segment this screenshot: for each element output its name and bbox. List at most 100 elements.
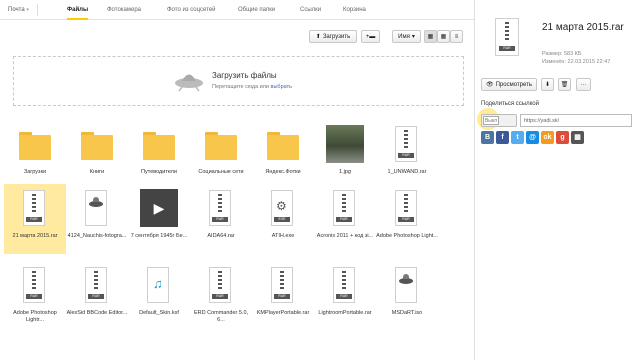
file-label: Яндекс.Фотки	[265, 169, 301, 175]
qr-share-icon[interactable]: ▦	[571, 131, 584, 144]
sort-label: Имя	[398, 33, 410, 40]
folder-icon	[267, 132, 299, 160]
file-label: 21 марта 2015.rar	[12, 233, 58, 239]
facebook-share-icon[interactable]: f	[496, 131, 509, 144]
video-thumbnail: ▶	[140, 189, 178, 227]
rar-file-icon: RAR	[209, 190, 231, 226]
choose-file-link[interactable]: выбрать	[271, 84, 292, 90]
rar-file-icon: RAR	[85, 267, 107, 303]
file-item[interactable]: RAR KMPlayerPortable.rar	[252, 261, 314, 331]
file-label: 1.jpg	[339, 169, 351, 175]
folder-icon	[143, 132, 175, 160]
file-item[interactable]: RAR Adobe Photoshop Light...	[376, 184, 438, 254]
file-item[interactable]: Путеводители	[128, 120, 190, 190]
upload-hint-text: Перетащите сюда или	[212, 84, 270, 90]
file-item[interactable]: RAR Adobe Photoshop Lightr...	[4, 261, 66, 331]
file-size: Размер: 583 КБ	[542, 51, 582, 57]
grid-small-icon: ▦	[440, 34, 447, 40]
file-type-tag: RAR	[499, 46, 515, 51]
list-icon: ≡	[454, 33, 459, 40]
view-small-icons-button[interactable]: ▦	[437, 30, 450, 43]
view-large-icons-button[interactable]: ▦	[424, 30, 437, 43]
file-label: Книги	[89, 169, 105, 175]
file-item[interactable]: 1.jpg	[314, 120, 376, 190]
ufo-file-icon	[395, 267, 417, 303]
file-label: MSDaRT.iso	[391, 310, 423, 316]
file-item[interactable]: MSDaRT.iso	[376, 261, 438, 331]
rar-file-icon: RAR	[209, 267, 231, 303]
selected-file-name: 21 марта 2015.rar	[542, 22, 624, 33]
file-label: 1_UNWAND.rar	[387, 169, 427, 175]
ufo-file-icon	[85, 190, 107, 226]
file-item[interactable]: ⚙ EXE ATIH.exe	[252, 184, 314, 254]
upload-drop-zone[interactable]: Загрузить файлы Перетащите сюда или выбр…	[13, 56, 464, 106]
file-label: 7 сентября 1945г Бе...	[130, 233, 188, 239]
more-button[interactable]: ···	[576, 78, 591, 91]
eye-icon: 👁	[485, 82, 494, 88]
file-label: 4124_Nauchis-fotogra...	[67, 233, 127, 239]
rar-file-icon: RAR	[23, 267, 45, 303]
vk-share-icon[interactable]: В	[481, 131, 494, 144]
tab-social-photos[interactable]: Фото из соцсетей	[167, 7, 216, 13]
file-grid: Загрузки Книги Путеводители Социальные сети…	[0, 118, 474, 360]
view-list-button[interactable]: ≡	[450, 30, 463, 43]
file-item[interactable]: Книги	[66, 120, 128, 190]
share-link-input[interactable]: https://yadi.sk/	[520, 114, 632, 127]
file-modified-date: Изменён: 22.03.2015 22:47	[542, 59, 611, 65]
delete-button[interactable]: 🗑	[558, 78, 571, 91]
more-icon: ···	[580, 81, 587, 88]
tab-camera[interactable]: Фотокамера	[107, 7, 141, 13]
file-item[interactable]: 4124_Nauchis-fotogra...	[66, 184, 128, 254]
file-label: ATIH.exe	[271, 233, 295, 239]
file-item[interactable]: RAR AlexSid BBCode Editor...	[66, 261, 128, 331]
file-item[interactable]: RAR 1_UNWAND.rar	[376, 120, 438, 190]
top-navigation: Почта ▾ Файлы Фотокамера Фото из соцсете…	[0, 0, 474, 20]
audio-file-icon: ♫	[147, 267, 169, 303]
file-item[interactable]: ▶ 7 сентября 1945г Бе...	[128, 184, 190, 254]
upload-title: Загрузить файлы	[212, 71, 277, 80]
upload-button[interactable]: ⬆ Загрузить	[309, 30, 357, 43]
mail-link[interactable]: Почта ▾	[8, 7, 29, 13]
mail-label: Почта	[8, 7, 25, 13]
tab-links[interactable]: Ссылки	[300, 7, 321, 13]
file-item[interactable]: Загрузки	[4, 120, 66, 190]
file-item[interactable]: RAR LightroomPortable.rar	[314, 261, 376, 331]
file-label: Путеводители	[141, 169, 177, 175]
share-toggle[interactable]: Выкл	[481, 114, 517, 127]
view-button[interactable]: 👁 Просмотреть	[481, 78, 537, 91]
file-label: ERD Commander 5.0, 6...	[193, 310, 249, 323]
file-item[interactable]: ♫ Default_Skin.ksf	[128, 261, 190, 331]
share-link-label: Поделиться ссылкой	[481, 101, 539, 107]
file-item[interactable]: Социальные сети	[190, 120, 252, 190]
file-label: Социальные сети	[198, 169, 244, 175]
exe-file-icon: ⚙ EXE	[271, 190, 293, 226]
download-button[interactable]: ⬇	[541, 78, 554, 91]
file-label: Загрузки	[23, 169, 47, 175]
file-meta: Размер: 583 КБ Изменён: 22.03.2015 22:47	[542, 50, 610, 66]
file-item[interactable]: RAR Acronis 2011 + код зі...	[314, 184, 376, 254]
tab-shared-folders[interactable]: Общие папки	[238, 7, 275, 13]
chevron-down-icon: ▾	[411, 34, 415, 40]
details-panel: RAR 21 марта 2015.rar Размер: 583 КБ Изм…	[474, 0, 640, 360]
rar-file-icon: RAR	[333, 190, 355, 226]
google-share-icon[interactable]: g	[556, 131, 569, 144]
file-item[interactable]: Яндекс.Фотки	[252, 120, 314, 190]
photo-thumbnail	[326, 125, 364, 163]
file-item[interactable]: RAR ERD Commander 5.0, 6...	[190, 261, 252, 331]
sort-dropdown[interactable]: Имя ▾	[392, 30, 421, 43]
file-item[interactable]: RAR 21 марта 2015.rar	[4, 184, 66, 254]
odnoklassniki-share-icon[interactable]: ok	[541, 131, 554, 144]
chevron-down-icon: ▾	[26, 7, 29, 13]
file-item[interactable]: RAR AIDA64.rar	[190, 184, 252, 254]
download-icon: ⬇	[544, 82, 551, 88]
upload-icon: ⬆	[315, 34, 321, 40]
twitter-share-icon[interactable]: t	[511, 131, 524, 144]
new-folder-button[interactable]: +▬	[361, 30, 380, 43]
rar-file-icon: RAR	[395, 190, 417, 226]
rar-file-icon: RAR	[271, 267, 293, 303]
mailru-share-icon[interactable]: @	[526, 131, 539, 144]
tab-files[interactable]: Файлы	[67, 7, 89, 20]
file-label: Adobe Photoshop Light...	[376, 233, 438, 239]
upload-button-label: Загрузить	[322, 33, 351, 40]
tab-trash[interactable]: Корзина	[343, 7, 366, 13]
